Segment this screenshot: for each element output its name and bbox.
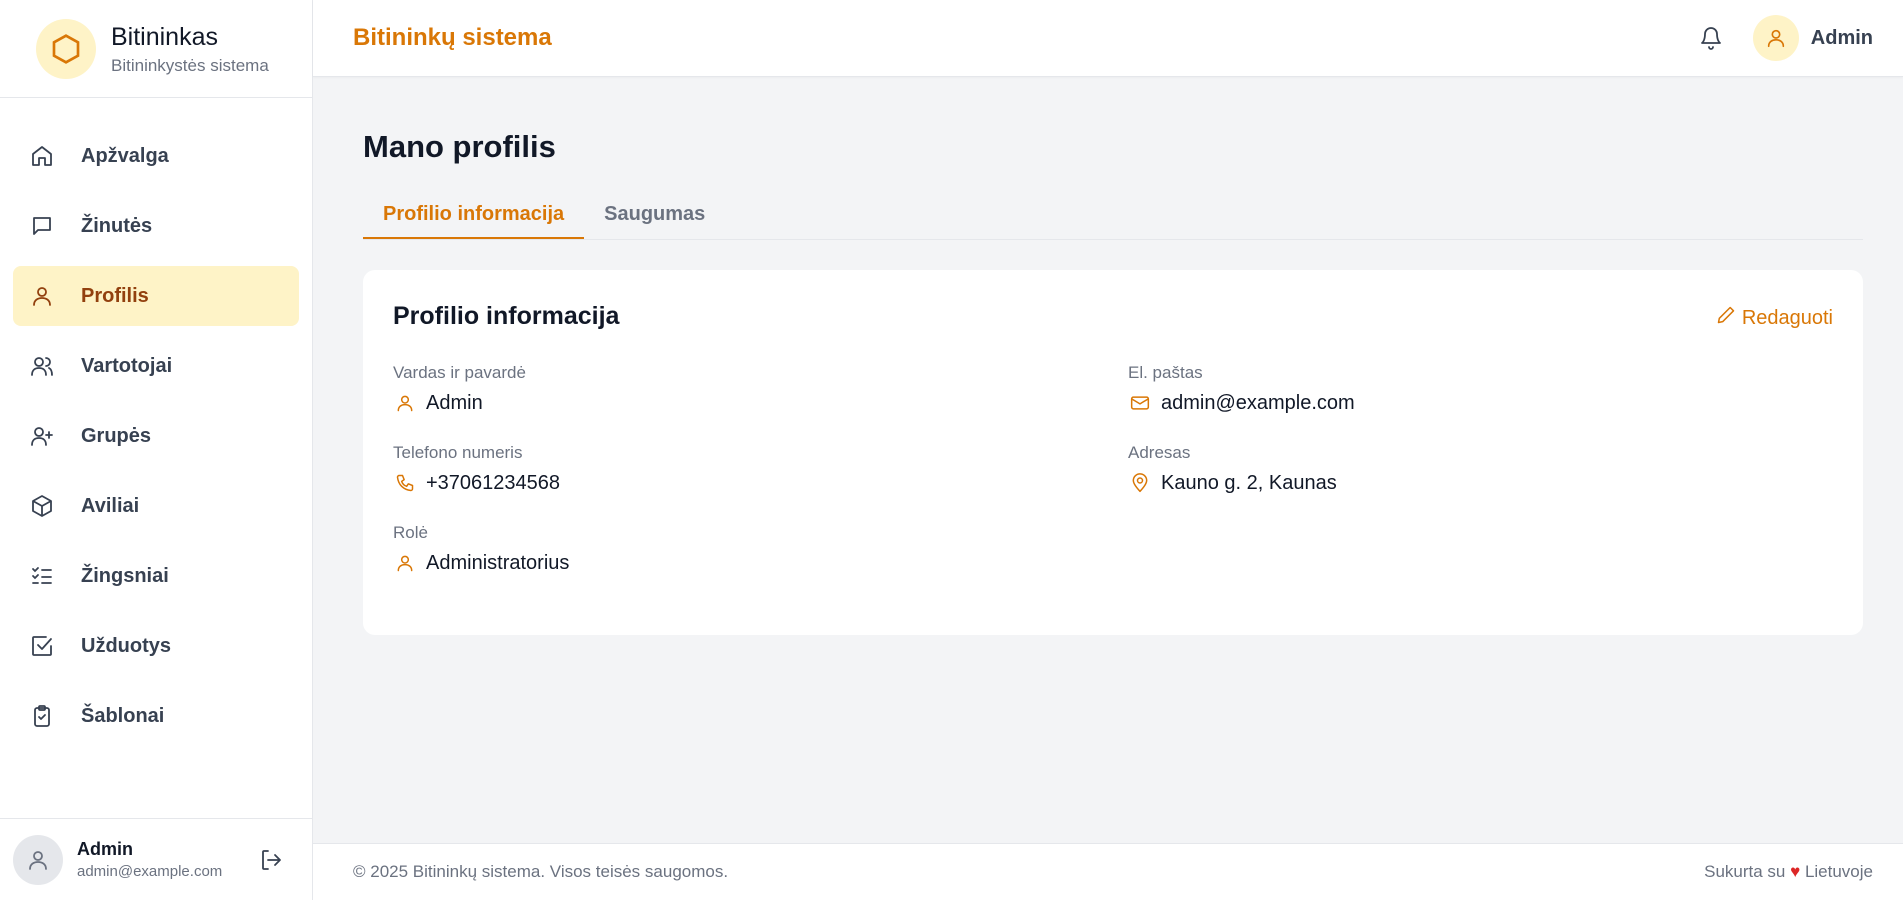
top-header: Bitininkų sistema Admin <box>313 0 1903 77</box>
header-user-name: Admin <box>1810 26 1873 49</box>
profile-fields: Vardas ir pavardė Admin El. paštas admin… <box>393 363 1833 575</box>
tab-profilio-informacija[interactable]: Profilio informacija <box>363 195 585 239</box>
field-name: Vardas ir pavardė Admin <box>393 363 1128 415</box>
users-icon <box>29 353 55 379</box>
sidebar-user: Admin admin@example.com <box>0 818 312 900</box>
pencil-icon <box>1716 305 1736 331</box>
tabs: Profilio informacija Saugumas <box>363 195 1863 240</box>
home-icon <box>29 143 55 169</box>
main-content: Mano profilis Profilio informacija Saugu… <box>363 77 1863 635</box>
sidebar-item-label: Profilis <box>81 284 149 307</box>
card-title: Profilio informacija <box>393 302 620 330</box>
map-pin-icon <box>1128 471 1152 495</box>
sidebar-item-zinutes[interactable]: Žinutės <box>13 196 299 256</box>
sidebar-item-apzvalga[interactable]: Apžvalga <box>13 126 299 186</box>
sidebar-item-label: Šablonai <box>81 704 165 727</box>
brand[interactable]: Bitininkas Bitininkystės sistema <box>0 0 312 98</box>
sidebar-item-label: Užduotys <box>81 634 171 657</box>
bell-icon[interactable] <box>1694 21 1728 55</box>
avatar <box>1752 15 1799 61</box>
user-icon <box>393 551 417 575</box>
field-label: Vardas ir pavardė <box>393 363 526 382</box>
field-value: Kauno g. 2, Kaunas <box>1161 471 1337 494</box>
footer-made-with: Sukurta su ♥ Lietuvoje <box>1704 862 1873 882</box>
phone-icon <box>393 471 417 495</box>
user-icon <box>29 283 55 309</box>
footer: © 2025 Bitininkų sistema. Visos teisės s… <box>313 843 1903 900</box>
field-value: Admin <box>426 391 483 414</box>
header-user-menu[interactable]: Admin <box>1752 15 1873 61</box>
sidebar-item-uzduotys[interactable]: Užduotys <box>13 616 299 676</box>
avatar[interactable] <box>13 834 63 885</box>
sidebar-item-label: Žinutės <box>81 214 153 237</box>
profile-card: Profilio informacija Redaguoti Vardas ir… <box>363 270 1863 635</box>
check-square-icon <box>29 633 55 659</box>
field-phone: Telefono numeris +37061234568 <box>393 443 1128 495</box>
sidebar: Bitininkas Bitininkystės sistema Apžvalg… <box>0 0 313 900</box>
footer-made-suffix: Lietuvoje <box>1804 862 1873 881</box>
sidebar-item-zingsniai[interactable]: Žingsniai <box>13 546 299 606</box>
field-address: Adresas Kauno g. 2, Kaunas <box>1128 443 1833 495</box>
field-value: Administratorius <box>426 551 570 574</box>
user-plus-icon <box>29 423 55 449</box>
field-value: +37061234568 <box>426 471 561 494</box>
field-role: Rolė Administratorius <box>393 523 1128 575</box>
sidebar-nav: Apžvalga Žinutės Profilis Vartotojai Gru… <box>0 98 312 818</box>
page-title: Mano profilis <box>363 129 556 164</box>
field-label: Rolė <box>393 523 428 542</box>
field-label: El. paštas <box>1128 363 1203 382</box>
hexagon-icon <box>36 18 96 79</box>
sidebar-item-label: Vartotojai <box>81 354 173 377</box>
footer-made-prefix: Sukurta su <box>1704 862 1786 881</box>
box-icon <box>29 493 55 519</box>
sidebar-item-label: Aviliai <box>81 494 140 517</box>
brand-subtitle: Bitininkystės sistema <box>111 55 269 75</box>
user-icon <box>393 391 417 415</box>
sidebar-item-label: Žingsniai <box>81 564 169 587</box>
edit-label: Redaguoti <box>1741 306 1833 329</box>
field-value: admin@example.com <box>1161 391 1355 414</box>
message-icon <box>29 213 55 239</box>
user-email: admin@example.com <box>77 863 223 880</box>
footer-copyright: © 2025 Bitininkų sistema. Visos teisės s… <box>353 862 729 881</box>
brand-title: Bitininkas <box>111 22 218 51</box>
sidebar-item-aviliai[interactable]: Aviliai <box>13 476 299 536</box>
field-label: Adresas <box>1128 443 1191 462</box>
mail-icon <box>1128 391 1152 415</box>
field-label: Telefono numeris <box>393 443 523 462</box>
list-checks-icon <box>29 563 55 589</box>
clipboard-check-icon <box>29 703 55 729</box>
edit-button[interactable]: Redaguoti <box>1716 305 1833 331</box>
logout-icon[interactable] <box>256 845 286 875</box>
sidebar-item-vartotojai[interactable]: Vartotojai <box>13 336 299 396</box>
user-name: Admin <box>77 839 133 859</box>
tab-saugumas[interactable]: Saugumas <box>584 195 725 239</box>
header-title: Bitininkų sistema <box>353 24 552 51</box>
sidebar-item-profilis[interactable]: Profilis <box>13 266 299 326</box>
sidebar-item-label: Apžvalga <box>81 144 169 167</box>
sidebar-item-grupes[interactable]: Grupės <box>13 406 299 466</box>
sidebar-item-label: Grupės <box>81 424 152 447</box>
field-email: El. paštas admin@example.com <box>1128 363 1833 415</box>
sidebar-item-sablonai[interactable]: Šablonai <box>13 686 299 746</box>
heart-icon: ♥ <box>1790 862 1801 881</box>
